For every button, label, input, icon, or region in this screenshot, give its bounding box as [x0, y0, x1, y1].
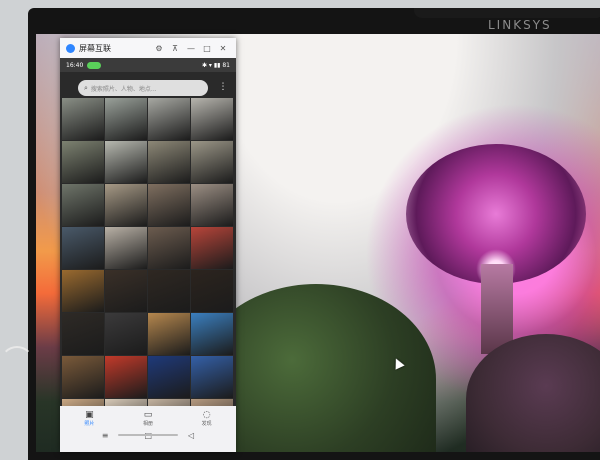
- back-icon[interactable]: ◁: [188, 431, 194, 440]
- photo-thumb-8[interactable]: [62, 184, 104, 226]
- photo-thumb-15[interactable]: [191, 227, 233, 269]
- tab-discover[interactable]: ◌ 发现: [202, 410, 212, 427]
- photo-search-input[interactable]: ⌕ 搜索照片、人物、地点...: [78, 80, 208, 96]
- photo-thumb-19[interactable]: [191, 270, 233, 312]
- discover-icon: ◌: [202, 410, 211, 420]
- photo-thumb-7[interactable]: [191, 141, 233, 183]
- photo-thumb-23[interactable]: [191, 313, 233, 355]
- screen-mirror-window: 屏幕互联 ⚙ ⊼ — □ ✕ 16:40 ✱ ▾ ▮▮ 81 ⌕ 搜索照片、人物…: [60, 38, 236, 452]
- close-button[interactable]: ✕: [216, 41, 230, 55]
- phone-status-bar: 16:40 ✱ ▾ ▮▮ 81: [60, 58, 236, 72]
- search-icon: ⌕: [84, 83, 88, 92]
- photo-thumb-18[interactable]: [148, 270, 190, 312]
- app-logo-icon: [66, 43, 75, 53]
- photo-thumb-0[interactable]: [62, 98, 104, 140]
- photo-thumb-24[interactable]: [62, 356, 104, 398]
- window-titlebar[interactable]: 屏幕互联 ⚙ ⊼ — □ ✕: [60, 38, 236, 58]
- photo-thumb-2[interactable]: [148, 98, 190, 140]
- window-title: 屏幕互联: [79, 43, 111, 53]
- photo-thumb-21[interactable]: [105, 313, 147, 355]
- photo-thumb-16[interactable]: [62, 270, 104, 312]
- cable: [0, 346, 34, 380]
- phone-screen: 16:40 ✱ ▾ ▮▮ 81 ⌕ 搜索照片、人物、地点... ⋮ ▣ 照片 ▭…: [60, 58, 236, 452]
- photo-thumb-11[interactable]: [191, 184, 233, 226]
- photo-thumb-12[interactable]: [62, 227, 104, 269]
- tab-photos-label: 照片: [84, 421, 95, 427]
- tab-discover-label: 发现: [201, 421, 212, 427]
- minimize-button[interactable]: —: [184, 41, 198, 55]
- photo-thumb-17[interactable]: [105, 270, 147, 312]
- photo-thumb-9[interactable]: [105, 184, 147, 226]
- tab-albums-label: 相册: [142, 421, 153, 427]
- photo-thumb-10[interactable]: [148, 184, 190, 226]
- menu-icon[interactable]: ≡: [102, 431, 109, 440]
- settings-icon[interactable]: ⚙: [152, 41, 166, 55]
- status-time: 16:40: [66, 61, 84, 69]
- photo-grid: [62, 98, 234, 441]
- maximize-button[interactable]: □: [200, 41, 214, 55]
- home-indicator: [118, 434, 178, 436]
- search-placeholder: 搜索照片、人物、地点...: [90, 85, 157, 93]
- tab-photos[interactable]: ▣ 照片: [84, 410, 94, 427]
- photo-thumb-6[interactable]: [148, 141, 190, 183]
- bottom-navigation: ▣ 照片 ▭ 相册 ◌ 发现 ≡ □ ◁: [60, 406, 236, 452]
- tab-albums[interactable]: ▭ 相册: [143, 410, 153, 427]
- photo-thumb-20[interactable]: [62, 313, 104, 355]
- bezel-camera-bar: [414, 8, 600, 18]
- pin-icon[interactable]: ⊼: [168, 41, 182, 55]
- photo-thumb-14[interactable]: [148, 227, 190, 269]
- photo-thumb-27[interactable]: [191, 356, 233, 398]
- call-pill-icon: [87, 61, 102, 69]
- photo-thumb-3[interactable]: [191, 98, 233, 140]
- photo-thumb-4[interactable]: [62, 141, 104, 183]
- photo-icon: ▣: [85, 410, 94, 420]
- photo-thumb-5[interactable]: [105, 141, 147, 183]
- photo-thumb-13[interactable]: [105, 227, 147, 269]
- brand-logo: LINKSYS: [488, 18, 552, 32]
- album-icon: ▭: [143, 410, 153, 420]
- more-options-icon[interactable]: ⋮: [216, 80, 230, 94]
- photo-thumb-22[interactable]: [148, 313, 190, 355]
- photo-thumb-1[interactable]: [105, 98, 147, 140]
- photo-thumb-26[interactable]: [148, 356, 190, 398]
- status-indicators: ✱ ▾ ▮▮ 81: [202, 61, 230, 69]
- photo-thumb-25[interactable]: [105, 356, 147, 398]
